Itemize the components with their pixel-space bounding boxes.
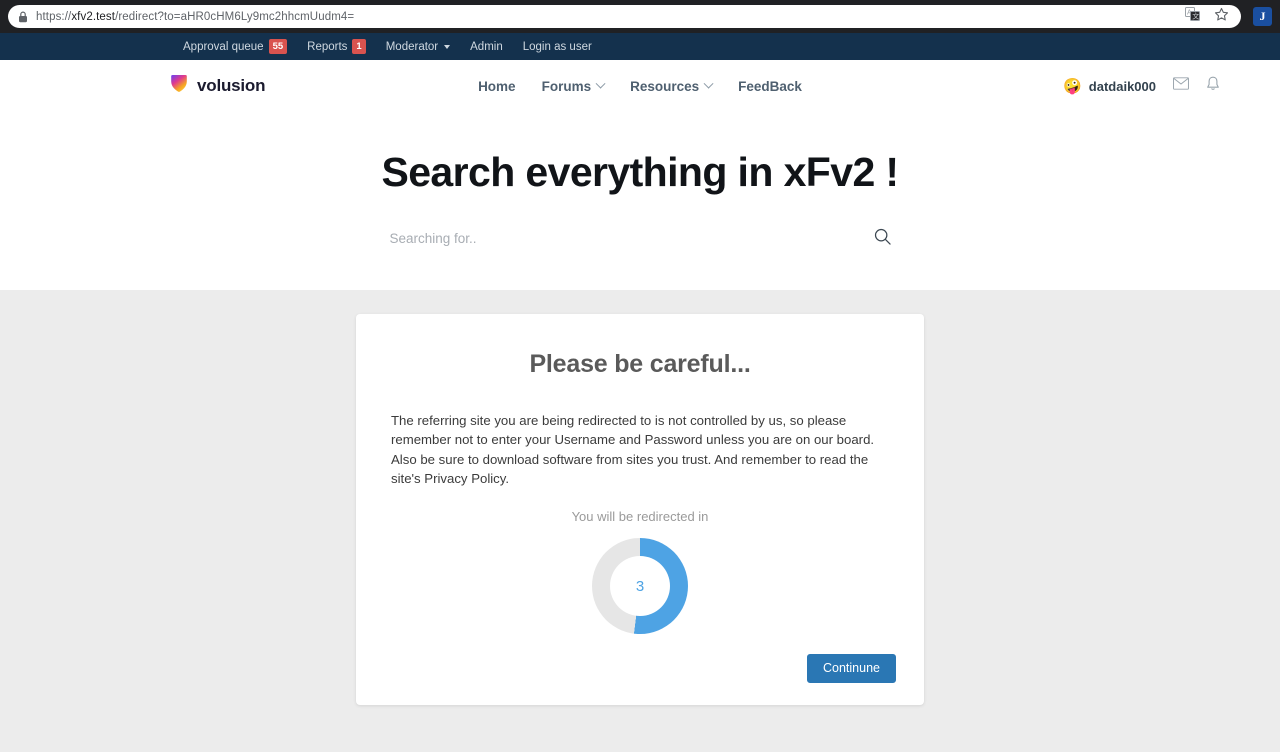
countdown-label: You will be redirected in xyxy=(571,509,709,525)
admin-item-label: Admin xyxy=(470,40,503,53)
reports-badge: 1 xyxy=(352,39,366,54)
url-scheme: https:// xyxy=(36,10,72,23)
admin-item-reports[interactable]: Reports 1 xyxy=(307,39,366,54)
main-navigation: Home Forums Resources FeedBack xyxy=(478,78,802,94)
continue-button[interactable]: Continune xyxy=(807,654,896,683)
url-path: /redirect?to=aHR0cHM6Ly9mc2hhcmUudm4= xyxy=(115,10,355,23)
admin-item-label: Reports xyxy=(307,40,348,53)
nav-item-label: Home xyxy=(478,78,516,94)
chevron-down-icon xyxy=(595,78,606,89)
url-text: https://xfv2.test/redirect?to=aHR0cHM6Ly… xyxy=(36,11,354,23)
brand-name: volusion xyxy=(197,76,266,95)
address-bar[interactable]: https://xfv2.test/redirect?to=aHR0cHM6Ly… xyxy=(8,5,1241,28)
search-bar xyxy=(387,226,893,250)
admin-item-login-as-user[interactable]: Login as user xyxy=(523,41,592,53)
donut-center: 3 xyxy=(610,556,670,617)
svg-text:文: 文 xyxy=(1192,12,1199,21)
admin-staff-bar: Approval queue 55 Reports 1 Moderator Ad… xyxy=(0,33,1280,60)
translate-icon[interactable]: A 文 xyxy=(1185,7,1200,26)
lock-icon xyxy=(18,11,28,23)
countdown-value: 3 xyxy=(635,577,645,595)
profile-avatar[interactable]: J xyxy=(1253,7,1272,26)
chevron-down-icon xyxy=(444,44,451,49)
nav-item-label: Forums xyxy=(541,78,592,94)
nav-item-home[interactable]: Home xyxy=(478,79,516,94)
browser-toolbar: https://xfv2.test/redirect?to=aHR0cHM6Ly… xyxy=(0,0,1280,33)
admin-item-label: Moderator xyxy=(385,40,439,53)
nav-item-label: Resources xyxy=(630,78,700,94)
admin-item-label: Approval queue xyxy=(183,40,264,53)
star-bookmark-icon[interactable] xyxy=(1214,7,1229,27)
card-body-text: The referring site you are being redirec… xyxy=(391,413,875,486)
envelope-icon[interactable] xyxy=(1173,77,1189,95)
nav-item-label: FeedBack xyxy=(738,78,802,94)
chevron-down-icon xyxy=(703,78,714,89)
admin-item-approval-queue[interactable]: Approval queue 55 xyxy=(183,39,288,54)
url-host: xfv2.test xyxy=(71,10,116,23)
admin-item-moderator[interactable]: Moderator xyxy=(385,40,451,53)
hero-search-section: Search everything in xFv2 ! xyxy=(0,112,1280,291)
admin-item-label: Login as user xyxy=(522,40,592,53)
username-label: datdaik000 xyxy=(1088,78,1156,94)
nav-item-feedback[interactable]: FeedBack xyxy=(738,79,802,94)
nav-item-forums[interactable]: Forums xyxy=(541,78,606,94)
countdown-donut-wrap: 3 xyxy=(374,538,906,635)
brand-logo-link[interactable]: volusion xyxy=(170,74,265,98)
card-footer: Continune xyxy=(374,654,906,683)
search-submit-button[interactable] xyxy=(872,226,893,250)
page-title: Search everything in xFv2 ! xyxy=(381,149,899,195)
user-area: 🤪 datdaik000 xyxy=(1063,76,1220,97)
omnibox-actions: A 文 xyxy=(1185,7,1231,27)
nav-item-resources[interactable]: Resources xyxy=(630,78,714,94)
magnifier-icon xyxy=(874,228,891,248)
approval-queue-badge: 55 xyxy=(268,39,288,54)
site-header: volusion Home Forums Resources FeedBack … xyxy=(0,60,1280,112)
redirect-warning-card: Please be careful... The referring site … xyxy=(356,314,924,705)
volusion-gradient-shield-icon xyxy=(170,74,188,98)
card-title: Please be careful... xyxy=(529,350,751,379)
search-input[interactable] xyxy=(387,226,862,250)
countdown-donut: 3 xyxy=(592,538,688,635)
user-menu[interactable]: 🤪 datdaik000 xyxy=(1063,79,1156,94)
admin-item-admin[interactable]: Admin xyxy=(470,41,503,53)
avatar: 🤪 xyxy=(1063,77,1082,95)
bell-notification-icon[interactable] xyxy=(1206,76,1220,97)
page-body: Please be careful... The referring site … xyxy=(0,290,1280,752)
chrome-right-actions: J xyxy=(1247,7,1272,26)
